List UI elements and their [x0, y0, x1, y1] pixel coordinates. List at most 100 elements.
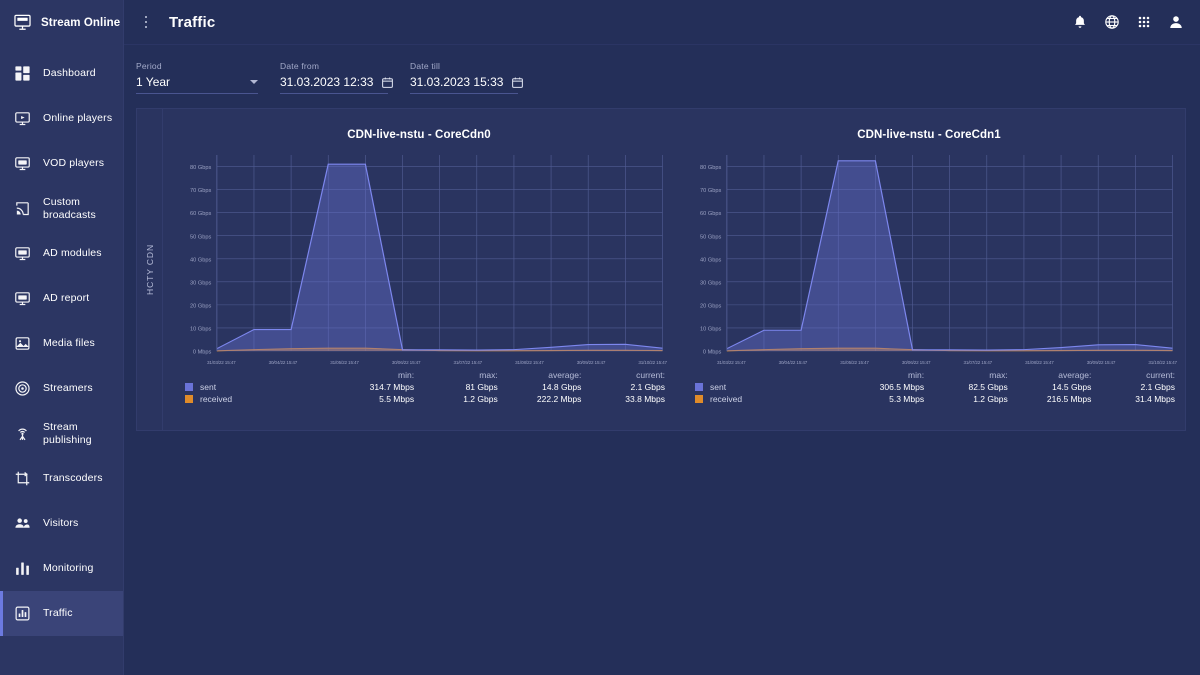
svg-text:40 Gbps: 40 Gbps: [700, 258, 722, 264]
stat-min: 5.5 Mbps: [379, 394, 415, 404]
traffic-chart-icon: [15, 606, 30, 621]
sidebar-item-label: Streamers: [43, 382, 93, 394]
svg-text:60 Gbps: 60 Gbps: [190, 211, 212, 217]
stats-current-header: current:: [636, 370, 665, 380]
sidebar-item-transcoders[interactable]: Transcoders: [0, 456, 123, 501]
sidebar-nav: Dashboard Online players VOD players Cus…: [0, 45, 123, 636]
chevron-down-icon: [250, 80, 258, 84]
ad-report-icon: [14, 290, 31, 307]
chart-card-0: CDN-live-nstu - CoreCdn0 0 Mbps 10 Gbps 20…: [169, 117, 669, 430]
sidebar-item-label: Media files: [43, 337, 95, 349]
sidebar-item-custom-broadcasts[interactable]: Custom broadcasts: [0, 186, 123, 231]
globe-icon[interactable]: [1104, 14, 1120, 30]
svg-text:70 Gbps: 70 Gbps: [700, 188, 722, 194]
date-till-field[interactable]: Date till 31.03.2023 15:33: [410, 61, 524, 94]
legend-swatch-sent: [695, 383, 703, 391]
stat-average: 14.5 Gbps: [1052, 382, 1092, 392]
sidebar-item-label: AD modules: [43, 247, 102, 259]
legend-label: sent: [200, 382, 217, 392]
people-icon: [15, 518, 30, 528]
legend-swatch-received: [185, 395, 193, 403]
bell-icon[interactable]: [1072, 14, 1088, 30]
stat-min: 5.3 Mbps: [889, 394, 925, 404]
date-from-label: Date from: [280, 61, 320, 71]
chart-plot-1: 0 Mbps 10 Gbps 20 Gbps 30 Gbps 40 Gbps 50 Gbp…: [679, 147, 1179, 359]
stat-current: 2.1 Gbps: [1140, 382, 1176, 392]
stats-legend-header: [683, 369, 840, 381]
page-title: Traffic: [169, 13, 216, 31]
sidebar-item-monitoring[interactable]: Monitoring: [0, 546, 123, 591]
sidebar-item-vod-players[interactable]: VOD players: [0, 141, 123, 186]
table-row: received 5.5 Mbps 1.2 Gbps 222.2 Mbps 33…: [173, 393, 665, 405]
cast-icon: [14, 200, 31, 217]
sidebar-item-label: Monitoring: [43, 562, 94, 574]
sidebar-item-visitors[interactable]: Visitors: [0, 501, 123, 546]
date-from-field[interactable]: Date from 31.03.2023 12:33: [280, 61, 394, 94]
charts-container: CDN-live-nstu - CoreCdn0 0 Mbps 10 Gbps 20…: [163, 109, 1185, 430]
date-till-label: Date till: [410, 61, 441, 71]
sidebar-item-ad-report[interactable]: AD report: [0, 276, 123, 321]
sidebar-item-label: Visitors: [43, 517, 79, 529]
crop-transcode-icon: [15, 471, 30, 486]
chart-plot-0: 0 Mbps 10 Gbps 20 Gbps 30 Gbps 40 Gbps 50 Gbp…: [169, 147, 669, 359]
topbar: Traffic: [124, 0, 1200, 45]
stat-current: 33.8 Mbps: [625, 394, 665, 404]
sidebar-item-media-files[interactable]: Media files: [0, 321, 123, 366]
sidebar-item-streamers[interactable]: Streamers: [0, 366, 123, 411]
sidebar-item-online-players[interactable]: Online players: [0, 96, 123, 141]
sidebar-item-stream-publishing[interactable]: Stream publishing: [0, 411, 123, 456]
brand[interactable]: Stream Online: [0, 0, 123, 45]
date-till-value: 31.03.2023 15:33: [410, 75, 504, 89]
period-select[interactable]: Period 1 Year: [136, 61, 258, 94]
stats-max-header: max:: [479, 370, 498, 380]
sidebar-item-label: VOD players: [43, 157, 105, 169]
app-root: Stream Online Dashboard Online players V: [0, 0, 1200, 675]
user-account-icon[interactable]: [1168, 14, 1184, 30]
svg-text:80 Gbps: 80 Gbps: [190, 165, 212, 171]
svg-text:30 Gbps: 30 Gbps: [190, 281, 212, 287]
period-label: Period: [136, 61, 162, 71]
svg-text:80 Gbps: 80 Gbps: [700, 165, 722, 171]
legend-label: sent: [710, 382, 727, 392]
svg-text:0 Mbps: 0 Mbps: [193, 350, 212, 356]
stat-max: 82.5 Gbps: [968, 382, 1008, 392]
player-screen-icon: [14, 110, 31, 127]
table-row: received 5.3 Mbps 1.2 Gbps 216.5 Mbps 31…: [683, 393, 1175, 405]
panel-group-label: HCTY CDN: [137, 109, 163, 430]
stats-header-row: min: max: average: current:: [173, 369, 665, 381]
svg-text:20 Gbps: 20 Gbps: [700, 304, 722, 310]
stat-average: 14.8 Gbps: [542, 382, 582, 392]
legend-swatch-received: [695, 395, 703, 403]
calendar-icon[interactable]: [381, 76, 394, 89]
stat-min: 306.5 Mbps: [879, 382, 925, 392]
sidebar-item-label: Transcoders: [43, 472, 103, 484]
svg-text:40 Gbps: 40 Gbps: [190, 258, 212, 264]
stats-table: min: max: average: current:: [173, 369, 665, 405]
sidebar-item-ad-modules[interactable]: AD modules: [0, 231, 123, 276]
stat-max: 1.2 Gbps: [463, 394, 498, 404]
broadcast-signal-icon: [15, 381, 30, 396]
sidebar-item-label: AD report: [43, 292, 90, 304]
stat-max: 1.2 Gbps: [973, 394, 1008, 404]
stats-average-header: average:: [548, 370, 582, 380]
chart-title: CDN-live-nstu - CoreCdn0: [347, 129, 491, 141]
svg-text:20 Gbps: 20 Gbps: [190, 304, 212, 310]
sidebar-item-label: Online players: [43, 112, 113, 124]
media-image-icon: [15, 337, 30, 350]
sidebar-item-traffic[interactable]: Traffic: [0, 591, 123, 636]
stat-average: 216.5 Mbps: [1046, 394, 1092, 404]
legend-swatch-sent: [185, 383, 193, 391]
kebab-menu-icon[interactable]: [138, 14, 154, 30]
apps-grid-icon[interactable]: [1136, 14, 1152, 30]
sidebar-item-label: Stream publishing: [43, 420, 92, 446]
calendar-icon[interactable]: [511, 76, 524, 89]
main-area: Traffic Period 1 Year Date from 31.03.20…: [124, 0, 1200, 675]
date-from-value: 31.03.2023 12:33: [280, 75, 374, 89]
traffic-panel: HCTY CDN CDN-live-nstu - CoreCdn0 0 Mbps…: [136, 108, 1186, 431]
sidebar-item-dashboard[interactable]: Dashboard: [0, 51, 123, 96]
svg-text:50 Gbps: 50 Gbps: [700, 234, 722, 240]
filter-bar: Period 1 Year Date from 31.03.2023 12:33…: [124, 45, 1200, 108]
vod-screen-icon: [14, 155, 31, 172]
chart-stats-1: min: max: average: current: sent 306.5 M…: [679, 365, 1179, 405]
stats-legend-header: [173, 369, 330, 381]
